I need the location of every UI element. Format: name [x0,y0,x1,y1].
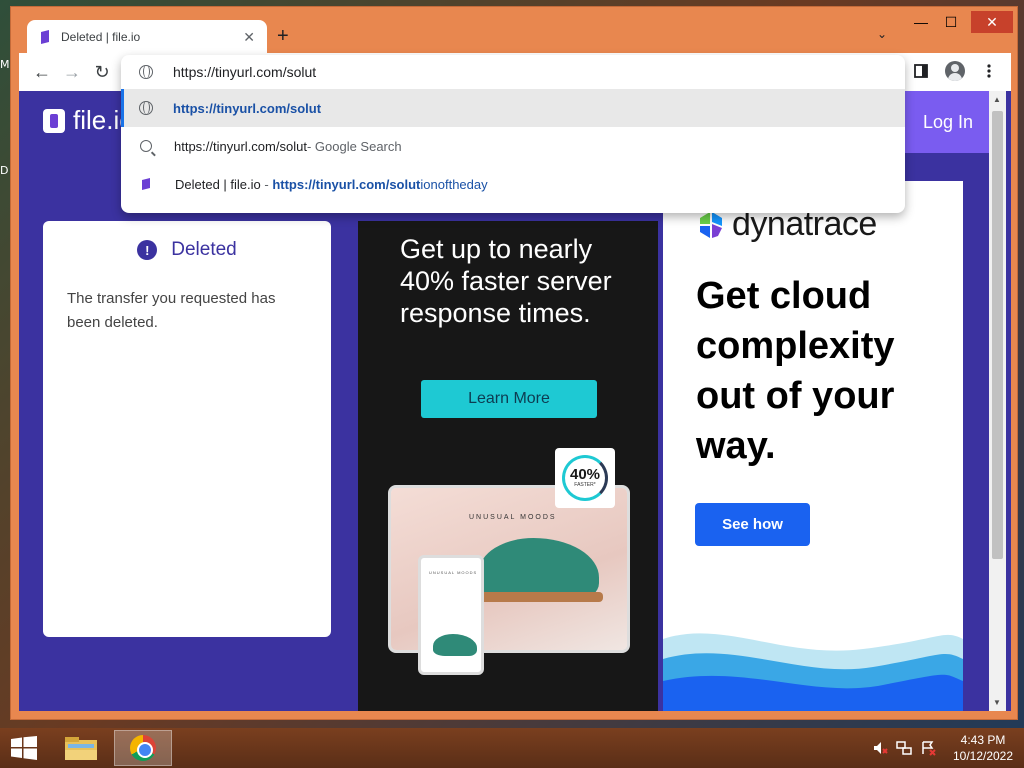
address-bar [121,55,905,89]
volume-muted-icon[interactable] [872,740,888,756]
tab-close-icon[interactable]: ✕ [243,29,255,46]
suggestion-search-text: https://tinyurl.com/solut [174,138,307,154]
ad-product-brand: UNUSUAL MOODS [469,514,557,521]
wave-decoration [663,633,963,711]
more-menu-icon[interactable] [975,57,1003,85]
suggestion-history[interactable]: Deleted | file.io - https://tinyurl.com/… [121,165,905,203]
ad-server-speed[interactable]: Get up to nearly 40% faster server respo… [358,221,658,711]
maximize-button[interactable]: ☐ [936,11,966,33]
taskbar-clock[interactable]: 4:43 PM 10/12/2022 [948,732,1018,764]
chrome-icon [130,735,156,761]
vertical-scrollbar[interactable]: ▲ ▼ [989,91,1006,711]
fileio-favicon-icon [41,30,49,44]
globe-icon [139,65,153,79]
globe-icon [139,101,153,115]
tab-title: Deleted | file.io [61,30,141,44]
fileio-favicon-icon [142,178,150,190]
file-explorer-icon[interactable] [62,732,100,764]
desktop-icon-label-fragment: D [0,164,9,177]
badge-subtext: FASTER* [574,482,596,488]
suggestion-history-sep: - [260,176,273,192]
card-title: Deleted [171,239,237,260]
minimize-button[interactable]: — [906,11,936,33]
profile-avatar-icon[interactable] [941,57,969,85]
omnibox-dropdown: https://tinyurl.com/solut https://tinyur… [121,55,905,213]
see-how-button[interactable]: See how [695,503,810,546]
chrome-taskbar-button[interactable] [114,730,172,766]
phone-shoe-image [433,634,477,656]
suggestion-url-text: https://tinyurl.com/solut [173,100,322,116]
windows-start-icon[interactable] [10,736,38,760]
clock-date: 10/12/2022 [952,749,1014,763]
browser-tab[interactable]: Deleted | file.io ✕ [27,20,267,54]
suggestion-history-url-match: https://tinyurl.com/solut [272,176,421,192]
alert-icon: ! [137,240,158,260]
ad-headline: Get up to nearly 40% faster server respo… [400,234,612,328]
new-tab-button[interactable]: + [277,24,289,48]
badge-number: 40% [569,466,601,483]
scroll-down-icon[interactable]: ▼ [993,698,1001,707]
dynatrace-logo-icon [700,211,722,238]
taskbar: 4:43 PM 10/12/2022 [0,728,1024,768]
ad-dynatrace[interactable]: dynatrace Get cloud complexity out of yo… [663,181,963,711]
login-button[interactable]: Log In [905,91,991,153]
suggestion-search[interactable]: https://tinyurl.com/solut - Google Searc… [121,127,905,165]
title-bar: Deleted | file.io ✕ + ⌄ — ☐ ✕ [11,7,1017,54]
suggestion-search-suffix: - Google Search [306,138,402,154]
fileio-logo-icon [43,108,65,133]
network-icon[interactable] [896,740,912,756]
reload-button[interactable]: ↻ [87,57,117,87]
faster-badge: 40% FASTER* [555,448,615,508]
back-button[interactable]: ← [27,57,57,87]
suggestion-history-url-rest: ionoftheday [420,176,488,192]
system-tray [872,740,936,756]
card-message: The transfer you requested has been dele… [67,290,276,331]
side-panel-icon[interactable] [907,57,935,85]
scroll-thumb[interactable] [992,111,1003,559]
learn-more-button[interactable]: Learn More [421,380,597,418]
suggestion-url[interactable]: https://tinyurl.com/solut [121,89,905,127]
ad-phone-brand: UNUSUAL MOODS [429,570,478,575]
suggestion-history-title: Deleted | file.io [175,176,261,192]
desktop-icon-label-fragment: M [0,58,10,71]
ad-phone-image: UNUSUAL MOODS [418,555,484,675]
deleted-card: ! Deleted The transfer you requested has… [43,221,331,637]
browser-window: Deleted | file.io ✕ + ⌄ — ☐ ✕ ← → ↻ http… [10,6,1018,720]
shoe-sole [479,592,603,602]
scroll-up-icon[interactable]: ▲ [993,95,1001,104]
close-window-button[interactable]: ✕ [971,11,1013,33]
forward-button[interactable]: → [57,57,87,87]
clock-time: 4:43 PM [960,733,1006,747]
tab-search-chevron-icon[interactable]: ⌄ [877,27,887,41]
dynatrace-headline: Get cloud complexity out of your way. [696,275,895,467]
address-input[interactable] [173,64,905,80]
action-center-alert-icon[interactable] [920,740,936,756]
search-icon [140,140,152,152]
